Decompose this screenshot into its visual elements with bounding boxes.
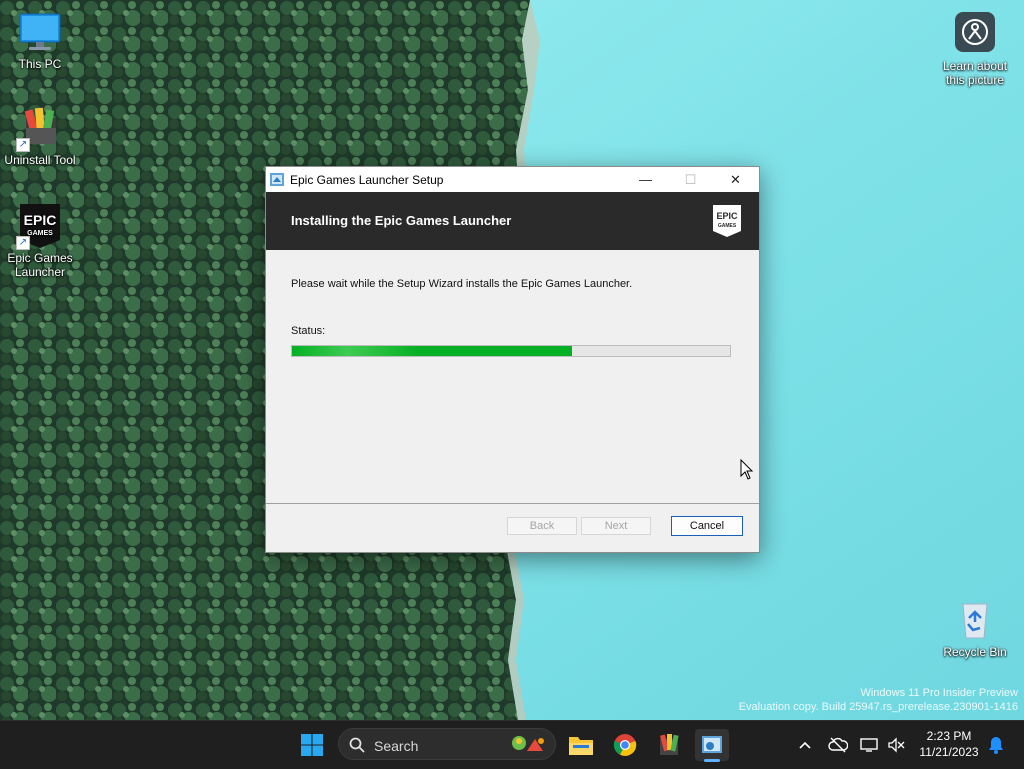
install-progress-fill bbox=[292, 346, 572, 356]
watermark-line1: Windows 11 Pro Insider Preview bbox=[860, 687, 1018, 699]
svg-text:GAMES: GAMES bbox=[27, 230, 53, 237]
search-icon bbox=[349, 737, 365, 753]
desktop-icon-this-pc[interactable]: This PC bbox=[0, 10, 80, 71]
watermark-line2: Evaluation copy. Build 25947.rs_prerelea… bbox=[738, 701, 1018, 713]
desktop-icon-label: Uninstall Tool bbox=[4, 153, 76, 167]
wizard-footer: Back Next Cancel bbox=[266, 504, 759, 552]
desktop-icon-uninstall-tool[interactable]: ↗ Uninstall Tool bbox=[0, 106, 80, 167]
close-button[interactable]: ✕ bbox=[713, 167, 758, 192]
uninstall-tool-icon: ↗ bbox=[16, 106, 62, 152]
minimize-icon: — bbox=[639, 172, 652, 187]
desktop-icon-recycle-bin[interactable]: Recycle Bin bbox=[935, 598, 1015, 659]
svg-text:GAMES: GAMES bbox=[718, 223, 737, 229]
maximize-icon: ☐ bbox=[684, 171, 697, 187]
volume-muted-icon bbox=[888, 737, 905, 753]
bell-icon bbox=[989, 737, 1003, 754]
mouse-pointer-icon bbox=[740, 459, 754, 480]
camera-info-icon bbox=[953, 12, 997, 56]
volume-tray-button[interactable] bbox=[886, 735, 906, 755]
uninstall-tool-icon bbox=[659, 734, 679, 755]
desktop-icon-label: Recycle Bin bbox=[943, 645, 1007, 659]
display-icon bbox=[860, 738, 878, 752]
desktop-icon-epic-games-launcher[interactable]: EPIC GAMES ↗ Epic Games Launcher bbox=[0, 204, 80, 279]
window-title: Epic Games Launcher Setup bbox=[290, 173, 444, 187]
cancel-button[interactable]: Cancel bbox=[671, 516, 743, 536]
desktop-icon-label: This PC bbox=[18, 57, 62, 71]
installer-app-icon bbox=[702, 736, 722, 753]
clock-date: 11/21/2023 bbox=[919, 745, 979, 759]
active-app-indicator bbox=[704, 759, 720, 762]
search-highlight-icon bbox=[512, 736, 544, 751]
window-titlebar[interactable]: Epic Games Launcher Setup — ☐ ✕ bbox=[266, 167, 759, 192]
start-button[interactable] bbox=[296, 729, 328, 761]
search-placeholder: Search bbox=[374, 738, 419, 754]
recycle-bin-icon bbox=[953, 598, 997, 642]
installer-app-icon bbox=[270, 173, 284, 186]
setup-header-banner: Installing the Epic Games Launcher EPIC … bbox=[266, 192, 759, 250]
status-label: Status: bbox=[291, 325, 326, 337]
chrome-button[interactable] bbox=[609, 729, 641, 761]
taskbar: Search 2:23 PM 11/21/2023 bbox=[0, 720, 1024, 769]
onedrive-tray-button[interactable] bbox=[828, 735, 848, 755]
windows-logo-icon bbox=[301, 734, 323, 756]
minimize-button[interactable]: — bbox=[623, 167, 668, 192]
epic-games-logo: EPIC GAMES bbox=[713, 205, 741, 237]
folder-icon bbox=[569, 737, 593, 755]
desktop-icon-label: Epic Games Launcher bbox=[7, 251, 73, 279]
setup-window: Epic Games Launcher Setup — ☐ ✕ Installi… bbox=[265, 166, 760, 553]
back-button[interactable]: Back bbox=[507, 517, 577, 535]
setup-taskbar-button[interactable] bbox=[695, 729, 729, 762]
cloud-offline-icon bbox=[828, 737, 848, 753]
chevron-up-icon bbox=[799, 741, 811, 749]
install-progress-bar bbox=[291, 345, 731, 357]
uninstall-tool-taskbar-button[interactable] bbox=[653, 729, 685, 761]
notifications-button[interactable] bbox=[986, 735, 1006, 755]
chrome-icon bbox=[613, 734, 637, 756]
header-title: Installing the Epic Games Launcher bbox=[291, 213, 512, 228]
svg-text:EPIC: EPIC bbox=[716, 211, 738, 221]
next-button[interactable]: Next bbox=[581, 517, 651, 535]
monitor-icon bbox=[18, 10, 62, 54]
taskbar-search-box[interactable]: Search bbox=[338, 728, 556, 760]
epic-games-icon: EPIC GAMES ↗ bbox=[16, 204, 62, 250]
learn-about-this-picture[interactable]: Learn about this picture bbox=[935, 12, 1015, 87]
show-hidden-icons-button[interactable] bbox=[795, 735, 815, 755]
display-tray-button[interactable] bbox=[859, 735, 879, 755]
shortcut-arrow-icon: ↗ bbox=[16, 236, 30, 250]
taskbar-clock[interactable]: 2:23 PM 11/21/2023 bbox=[914, 728, 984, 760]
setup-body: Please wait while the Setup Wizard insta… bbox=[266, 250, 759, 503]
windows-watermark: Windows 11 Pro Insider Preview Evaluatio… bbox=[739, 686, 1018, 714]
learn-about-label-line1: Learn about bbox=[942, 59, 1008, 73]
close-icon: ✕ bbox=[730, 171, 741, 187]
file-explorer-button[interactable] bbox=[565, 729, 597, 761]
install-description: Please wait while the Setup Wizard insta… bbox=[291, 278, 633, 290]
svg-text:EPIC: EPIC bbox=[24, 212, 57, 228]
maximize-button[interactable]: ☐ bbox=[668, 167, 713, 192]
shortcut-arrow-icon: ↗ bbox=[16, 138, 30, 152]
clock-time: 2:23 PM bbox=[926, 729, 972, 743]
learn-about-label-line2: this picture bbox=[945, 73, 1005, 87]
